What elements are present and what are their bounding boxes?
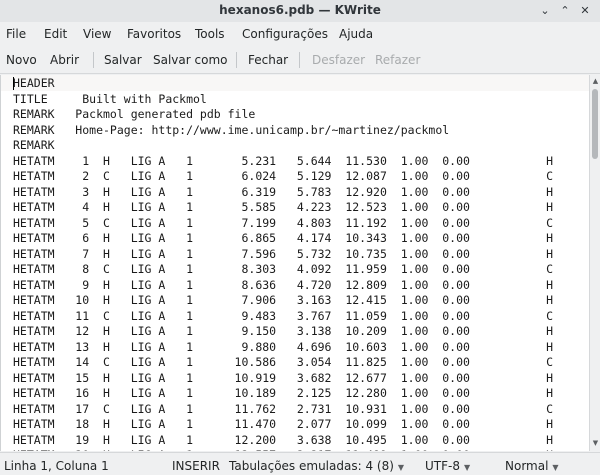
- menu-ajuda[interactable]: Ajuda: [339, 27, 373, 41]
- window-title: hexanos6.pdb — KWrite: [219, 3, 381, 17]
- editor-line[interactable]: HETATM 17 C LIG A 1 11.762 2.731 10.931 …: [13, 402, 553, 418]
- editor-line[interactable]: HETATM 18 H LIG A 1 11.470 2.077 10.099 …: [13, 417, 553, 433]
- editor-line[interactable]: HETATM 7 H LIG A 1 7.596 5.732 10.735 1.…: [13, 247, 553, 263]
- editor-line[interactable]: HETATM 2 C LIG A 1 6.024 5.129 12.087 1.…: [13, 169, 553, 185]
- chevron-down-icon: ▼: [397, 463, 405, 472]
- menu-edit[interactable]: Edit: [44, 27, 67, 41]
- close-button[interactable]: ✕: [578, 4, 592, 18]
- window-titlebar: hexanos6.pdb — KWrite ⌄ ⌃ ✕: [0, 0, 600, 22]
- editor-line[interactable]: HETATM 8 C LIG A 1 8.303 4.092 11.959 1.…: [13, 262, 553, 278]
- editor-line[interactable]: HETATM 20 H LIG A 1 12.557 2.217 11.489 …: [13, 448, 553, 451]
- editor-line[interactable]: HETATM 4 H LIG A 1 5.585 4.223 12.523 1.…: [13, 200, 553, 216]
- syntax-mode-selector[interactable]: Normal ▼: [505, 459, 559, 473]
- editor-line[interactable]: HETATM 15 H LIG A 1 10.919 3.682 12.677 …: [13, 371, 553, 387]
- editor-line[interactable]: HETATM 1 H LIG A 1 5.231 5.644 11.530 1.…: [13, 154, 553, 170]
- encoding-label: UTF-8: [425, 459, 460, 473]
- chevron-down-icon: ▼: [552, 463, 559, 472]
- editor-line[interactable]: HETATM 16 H LIG A 1 10.189 2.125 12.280 …: [13, 386, 553, 402]
- menu-bar: File Edit View Favoritos Tools Configura…: [0, 22, 600, 46]
- editor-line[interactable]: HETATM 10 H LIG A 1 7.906 3.163 12.415 1…: [13, 293, 553, 309]
- menu-favoritos[interactable]: Favoritos: [127, 27, 181, 41]
- scroll-up-arrow-icon[interactable]: ▲: [591, 77, 600, 86]
- chevron-up-icon: ⌃: [560, 4, 570, 17]
- editor-line[interactable]: REMARK Packmol generated pdb file: [13, 107, 553, 123]
- open-button[interactable]: Abrir: [50, 53, 79, 67]
- menu-file[interactable]: File: [6, 27, 26, 41]
- editor-lines: HEADER TITLE Built with Packmol REMARK Pac…: [13, 76, 553, 451]
- tab-settings-label: Tabulações emuladas: 4 (8): [229, 459, 394, 473]
- editor-line[interactable]: HETATM 3 H LIG A 1 6.319 5.783 12.920 1.…: [13, 185, 553, 201]
- cursor-position[interactable]: Linha 1, Coluna 1: [4, 459, 109, 473]
- save-button[interactable]: Salvar: [104, 53, 142, 67]
- scroll-down-arrow-icon[interactable]: ▼: [591, 439, 600, 448]
- syntax-mode-label: Normal: [505, 459, 549, 473]
- editor-line[interactable]: HETATM 11 C LIG A 1 9.483 3.767 11.059 1…: [13, 309, 553, 325]
- menu-tools[interactable]: Tools: [195, 27, 225, 41]
- main-toolbar: Novo Abrir Salvar Salvar como Fechar Des…: [0, 46, 600, 74]
- status-bar: Linha 1, Coluna 1 INSERIR Tabulações emu…: [0, 452, 600, 475]
- input-mode[interactable]: INSERIR: [172, 459, 220, 473]
- text-editor[interactable]: HEADER TITLE Built with Packmol REMARK Pac…: [0, 75, 589, 451]
- close-icon: ✕: [580, 4, 590, 17]
- close-document-button[interactable]: Fechar: [248, 53, 288, 67]
- new-button[interactable]: Novo: [6, 53, 37, 67]
- editor-line[interactable]: REMARK Home-Page: http://www.ime.unicamp…: [13, 123, 553, 139]
- toolbar-separator: [299, 52, 300, 68]
- editor-line[interactable]: HETATM 5 C LIG A 1 7.199 4.803 11.192 1.…: [13, 216, 553, 232]
- undo-button[interactable]: Desfazer: [312, 53, 365, 67]
- scrollbar-thumb[interactable]: [592, 89, 598, 159]
- toolbar-separator: [93, 52, 94, 68]
- text-cursor: [13, 77, 14, 90]
- editor-line[interactable]: REMARK: [13, 138, 553, 154]
- editor-line[interactable]: HETATM 14 C LIG A 1 10.586 3.054 11.825 …: [13, 355, 553, 371]
- chevron-down-icon: ⌄: [540, 4, 550, 17]
- chevron-down-icon: ▼: [463, 463, 471, 472]
- menu-configuracoes[interactable]: Configurações: [242, 27, 328, 41]
- editor-line[interactable]: TITLE Built with Packmol: [13, 92, 553, 108]
- editor-line[interactable]: HETATM 6 H LIG A 1 6.865 4.174 10.343 1.…: [13, 231, 553, 247]
- encoding-selector[interactable]: UTF-8 ▼: [425, 459, 470, 473]
- editor-line[interactable]: HETATM 9 H LIG A 1 8.636 4.720 12.809 1.…: [13, 278, 553, 294]
- redo-button[interactable]: Refazer: [375, 53, 420, 67]
- menu-view[interactable]: View: [83, 27, 111, 41]
- vertical-scrollbar[interactable]: ▲ ▼: [589, 75, 600, 451]
- editor-line[interactable]: HETATM 19 H LIG A 1 12.200 3.638 10.495 …: [13, 433, 553, 449]
- editor-line[interactable]: HETATM 12 H LIG A 1 9.150 3.138 10.209 1…: [13, 324, 553, 340]
- save-as-button[interactable]: Salvar como: [153, 53, 227, 67]
- toolbar-separator: [236, 52, 237, 68]
- maximize-button[interactable]: ⌃: [558, 4, 572, 18]
- tab-settings[interactable]: Tabulações emuladas: 4 (8) ▼: [229, 459, 404, 473]
- minimize-button[interactable]: ⌄: [538, 4, 552, 18]
- editor-line[interactable]: HETATM 13 H LIG A 1 9.880 4.696 10.603 1…: [13, 340, 553, 356]
- editor-line[interactable]: HEADER: [13, 76, 553, 92]
